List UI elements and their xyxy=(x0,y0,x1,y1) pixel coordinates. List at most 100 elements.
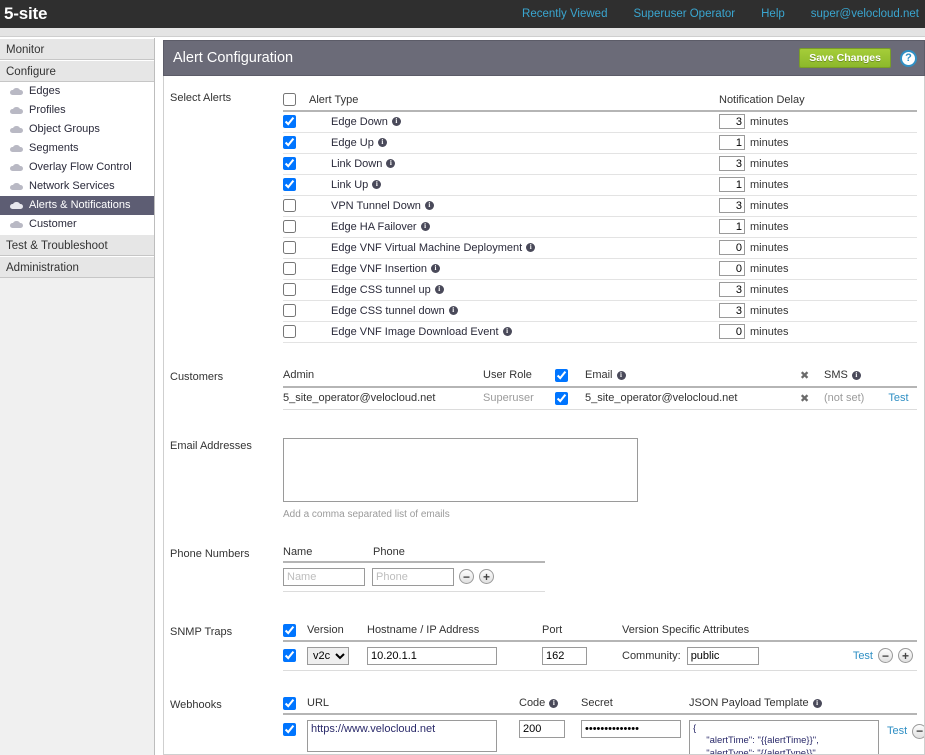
sidebar-item-object-groups[interactable]: Object Groups xyxy=(0,120,154,139)
alert-row-checkbox[interactable] xyxy=(283,136,296,149)
sidebar-group-monitor[interactable]: Monitor xyxy=(0,38,154,60)
snmp-hostname-cell xyxy=(367,646,542,665)
alert-row-delay-cell: minutes xyxy=(719,321,917,343)
top-divider xyxy=(0,28,925,37)
sidebar-item-alerts-notifications[interactable]: Alerts & Notifications xyxy=(0,196,154,215)
select-all-email-checkbox[interactable] xyxy=(555,368,568,382)
alert-row: Edge CSS tunnel downi minutes xyxy=(283,300,917,322)
select-all-snmp-checkbox[interactable] xyxy=(283,623,296,637)
nav-superuser-operator[interactable]: Superuser Operator xyxy=(633,8,735,20)
alert-row-checkbox[interactable] xyxy=(283,241,296,254)
notification-delay-input[interactable] xyxy=(719,240,745,255)
nav-recently-viewed[interactable]: Recently Viewed xyxy=(522,8,607,20)
column-phone-number: Phone xyxy=(373,545,405,558)
webhook-test-link[interactable]: Test xyxy=(887,725,907,737)
delay-unit: minutes xyxy=(750,136,789,149)
phone-name-input[interactable] xyxy=(283,567,365,586)
alert-row-checkbox[interactable] xyxy=(283,115,296,129)
select-all-webhooks-checkbox[interactable] xyxy=(283,696,296,710)
alert-row-checkbox[interactable] xyxy=(283,325,296,338)
notification-delay-input[interactable] xyxy=(719,156,745,171)
webhook-code-input[interactable] xyxy=(519,719,565,738)
sidebar-item-customer[interactable]: Customer xyxy=(0,215,154,234)
alert-row-checkbox[interactable] xyxy=(283,262,296,275)
info-icon[interactable]: i xyxy=(526,243,536,253)
notification-delay-input[interactable] xyxy=(719,261,745,276)
snmp-version-select[interactable]: v2c xyxy=(307,646,349,665)
notification-delay-input[interactable] xyxy=(719,198,745,213)
info-icon[interactable]: i xyxy=(434,285,444,295)
nav-user-account[interactable]: super@velocloud.net xyxy=(811,8,919,20)
info-icon[interactable]: i xyxy=(391,117,401,127)
info-icon[interactable]: i xyxy=(616,370,626,380)
webhook-url-input[interactable] xyxy=(307,719,497,752)
email-addresses-textarea[interactable] xyxy=(283,437,638,502)
column-email-clear: ✖ xyxy=(800,368,824,388)
sidebar-group-administration[interactable]: Administration xyxy=(0,256,154,278)
notification-delay-input[interactable] xyxy=(719,114,745,130)
notification-delay-input[interactable] xyxy=(719,177,745,192)
snmp-row-checkbox[interactable] xyxy=(283,649,296,662)
alert-row-checkbox[interactable] xyxy=(283,199,296,212)
notification-delay-input[interactable] xyxy=(719,303,745,318)
sidebar-group-test-troubleshoot[interactable]: Test & Troubleshoot xyxy=(0,234,154,256)
webhooks-label: Webhooks xyxy=(170,698,222,711)
alert-name: Edge CSS tunnel up xyxy=(331,283,431,296)
notification-delay-input[interactable] xyxy=(719,324,745,339)
sidebar-item-segments[interactable]: Segments xyxy=(0,139,154,158)
info-icon[interactable]: i xyxy=(420,222,430,232)
nav-help[interactable]: Help xyxy=(761,8,785,20)
webhook-row-checkbox[interactable] xyxy=(283,722,296,736)
sidebar-item-network-services[interactable]: Network Services xyxy=(0,177,154,196)
alert-row-checkbox[interactable] xyxy=(283,283,296,296)
help-icon[interactable]: ? xyxy=(900,49,917,67)
info-icon[interactable]: i xyxy=(372,180,382,190)
info-icon[interactable]: i xyxy=(502,327,512,337)
info-icon[interactable]: i xyxy=(448,306,458,316)
clear-email-icon[interactable]: ✖ xyxy=(800,393,809,405)
alert-name: Edge HA Failover xyxy=(331,220,417,233)
info-icon[interactable]: i xyxy=(851,370,861,380)
info-icon[interactable]: i xyxy=(812,698,822,708)
webhook-json-template[interactable] xyxy=(689,719,879,754)
notification-delay-input[interactable] xyxy=(719,135,745,150)
remove-webhook-button[interactable]: − xyxy=(912,723,924,739)
info-icon[interactable]: i xyxy=(386,159,396,169)
notification-delay-input[interactable] xyxy=(719,282,745,297)
customer-test-link[interactable]: Test xyxy=(888,392,908,404)
customer-email-checkbox[interactable] xyxy=(555,391,568,405)
snmp-test-link[interactable]: Test xyxy=(853,650,873,662)
alert-row-checkbox[interactable] xyxy=(283,304,296,317)
sidebar-group-configure[interactable]: Configure xyxy=(0,60,154,82)
snmp-traps-header: Version Hostname / IP Address Port Versi… xyxy=(283,623,917,642)
info-icon[interactable]: i xyxy=(424,201,434,211)
select-all-alerts-checkbox[interactable] xyxy=(283,93,296,106)
snmp-community-input[interactable] xyxy=(686,646,759,665)
clear-all-email-icon[interactable]: ✖ xyxy=(800,370,809,382)
alert-row-checkbox[interactable] xyxy=(283,157,296,170)
sidebar-item-edges[interactable]: Edges xyxy=(0,82,154,101)
info-icon[interactable]: i xyxy=(377,138,387,148)
sidebar-item-profiles[interactable]: Profiles xyxy=(0,101,154,120)
notification-delay-input[interactable] xyxy=(719,219,745,234)
delay-unit: minutes xyxy=(750,304,789,317)
sidebar-item-overlay-flow-control[interactable]: Overlay Flow Control xyxy=(0,158,154,177)
info-icon[interactable]: i xyxy=(549,698,559,708)
alert-row-checkbox[interactable] xyxy=(283,220,296,233)
webhooks-header: URL Code i Secret JSON Payload Template i xyxy=(283,696,917,715)
remove-phone-button[interactable]: − xyxy=(459,569,474,584)
sidebar-item-label: Overlay Flow Control xyxy=(29,161,132,173)
webhook-secret-input[interactable] xyxy=(581,719,681,738)
snmp-hostname-input[interactable] xyxy=(367,646,497,665)
delay-unit: minutes xyxy=(750,199,789,212)
save-changes-button[interactable]: Save Changes xyxy=(799,48,891,68)
info-icon[interactable]: i xyxy=(431,264,440,274)
remove-snmp-button[interactable]: − xyxy=(878,648,893,663)
add-snmp-button[interactable]: + xyxy=(898,648,913,663)
alert-row-checkbox[interactable] xyxy=(283,178,296,191)
snmp-port-input[interactable] xyxy=(542,646,587,665)
customer-row: 5_site_operator@velocloud.net Superuser 5_… xyxy=(283,386,917,410)
phone-number-input[interactable] xyxy=(372,567,454,586)
add-phone-button[interactable]: + xyxy=(479,569,494,584)
snmp-port-cell xyxy=(542,646,622,665)
